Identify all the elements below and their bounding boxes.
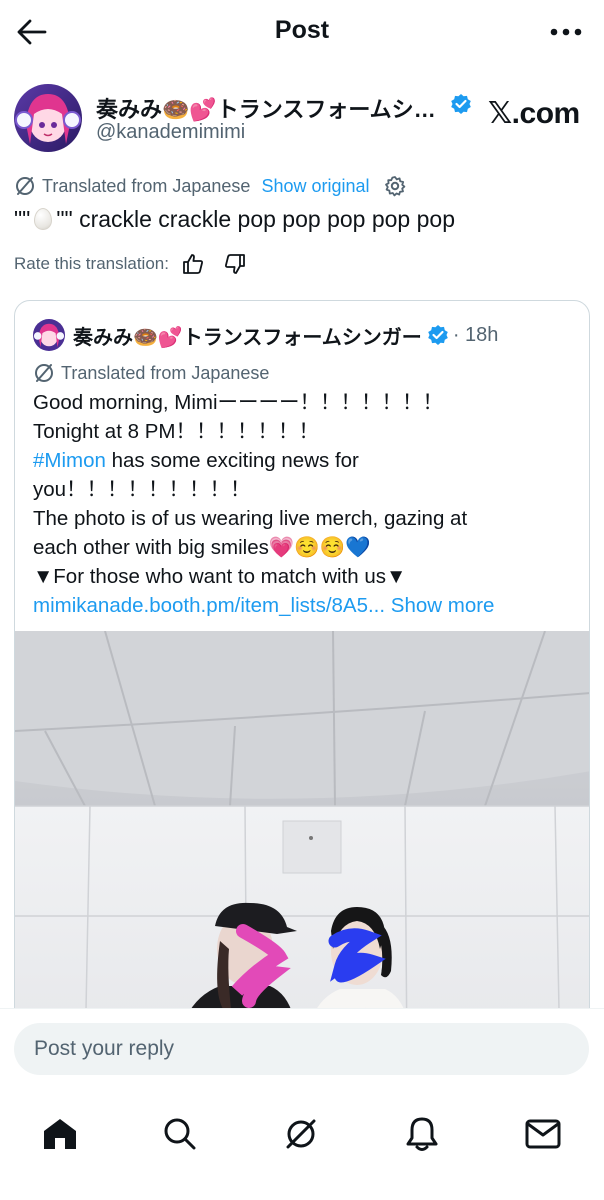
notifications-bell-icon[interactable] <box>394 1106 450 1162</box>
bottom-nav <box>0 1092 604 1200</box>
quoted-post[interactable]: 奏みみ🍩💕トランスフォームシンガー · 18h Translated from … <box>14 300 590 1060</box>
quoted-line: you！！！！！！！！！ <box>33 478 251 501</box>
quoted-post-body: Good morning, Mimiーーーー！！！！！！！ Tonight at… <box>33 388 581 620</box>
search-icon[interactable] <box>152 1106 208 1162</box>
thumbs-down-icon[interactable] <box>223 252 247 276</box>
show-original-link[interactable]: Show original <box>261 176 369 197</box>
post-photo[interactable] <box>15 631 589 1059</box>
messages-envelope-icon[interactable] <box>515 1106 571 1162</box>
top-bar: Post <box>0 0 604 64</box>
show-more-link[interactable]: Show more <box>391 594 495 617</box>
quoted-line: ▼For those who want to match with us▼ <box>33 565 407 588</box>
hashtag-link[interactable]: #Mimon <box>33 449 106 472</box>
booth-link[interactable]: mimikanade.booth.pm/item_lists/8A5... <box>33 594 385 617</box>
quoted-translation-notice: Translated from Japanese <box>33 361 269 385</box>
post-text: "" "" crackle crackle pop pop pop pop pop <box>14 206 455 233</box>
rate-translation: Rate this translation: <box>14 250 247 278</box>
rate-label: Rate this translation: <box>14 254 169 273</box>
quoted-line: Tonight at 8 PM！！！！！！！ <box>33 420 319 443</box>
egg-icon <box>34 208 53 230</box>
verified-badge-icon <box>450 93 472 120</box>
quoted-line: mimikanade.booth.pm/item_lists/8A5... Sh… <box>33 591 581 620</box>
post-text-end: "" crackle crackle pop pop pop pop pop <box>56 206 455 232</box>
post-author: 奏みみ🍩💕トランスフォームシンガー @kanademimimi 𝕏.com <box>14 84 594 154</box>
grok-icon[interactable] <box>273 1106 329 1162</box>
author-handle[interactable]: @kanademimimi <box>96 121 245 144</box>
reply-bar <box>0 1008 604 1092</box>
home-icon[interactable] <box>32 1106 88 1162</box>
translate-icon <box>33 362 55 384</box>
quoted-line: each other with big smiles💗☺️☺️💙 <box>33 536 371 559</box>
quoted-line: Good morning, Mimiーーーー！！！！！！！ <box>33 391 444 414</box>
more-options-icon[interactable] <box>546 14 586 50</box>
translated-label: Translated from Japanese <box>42 175 251 196</box>
verified-badge-icon <box>427 324 449 346</box>
quoted-post-header: 奏みみ🍩💕トランスフォームシンガー · 18h <box>33 319 498 351</box>
quoted-line-rest: has some exciting news for <box>105 449 359 472</box>
avatar[interactable] <box>14 84 82 152</box>
author-name[interactable]: 奏みみ🍩💕トランスフォームシンガー <box>96 92 441 124</box>
quoted-line: #Mimon has some exciting news for <box>33 446 581 475</box>
reply-input[interactable] <box>14 1023 589 1075</box>
post-timestamp: · 18h <box>452 323 499 346</box>
translation-notice: Translated from Japanese Show original <box>14 174 406 198</box>
gear-icon[interactable] <box>384 175 406 197</box>
quoted-translated-label: Translated from Japanese <box>61 362 270 383</box>
page-title: Post <box>274 16 330 44</box>
translate-icon <box>14 175 36 197</box>
quoted-avatar[interactable] <box>33 319 65 351</box>
quoted-line: The photo is of us wearing live merch, g… <box>33 507 468 530</box>
post-text-start: "" <box>14 206 31 232</box>
x-com-watermark: 𝕏.com <box>488 97 580 130</box>
thumbs-up-icon[interactable] <box>181 252 205 276</box>
quoted-author-name[interactable]: 奏みみ🍩💕トランスフォームシンガー <box>73 321 422 350</box>
